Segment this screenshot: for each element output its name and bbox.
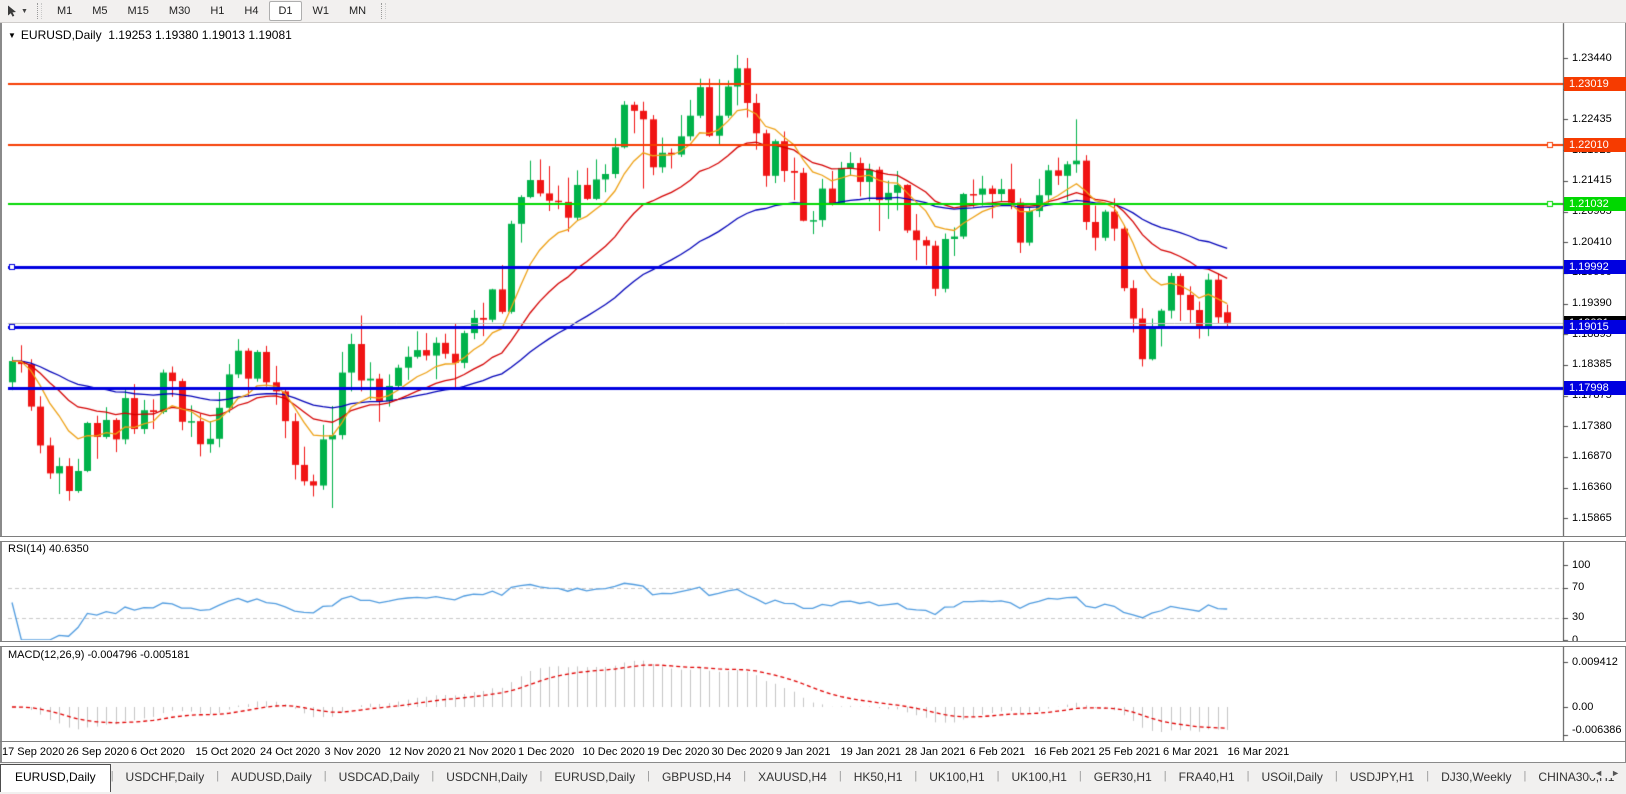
date-label: 25 Feb 2021 — [1098, 746, 1161, 758]
date-label: 12 Nov 2020 — [389, 746, 452, 758]
level-price-label: 1.19992 — [1564, 260, 1626, 275]
trading-platform-window: ▼ M1 M5 M15 M30 H1 H4 D1 W1 MN ▼ EURUSD,Daily 1.1… — [0, 0, 1626, 794]
price-tick-label: 1.18385 — [1572, 358, 1612, 371]
level-price-label: 1.22010 — [1564, 137, 1626, 152]
chart-title: ▼ EURUSD,Daily 1.19253 1.19380 1.19013 1.… — [8, 28, 292, 42]
price-tick-label: 1.23440 — [1572, 51, 1612, 64]
price-tick-label: 1.15865 — [1572, 511, 1612, 524]
date-label: 15 Oct 2020 — [195, 746, 256, 758]
timeframe-button-m1[interactable]: M1 — [48, 1, 81, 21]
level-price-label: 1.23019 — [1564, 76, 1626, 91]
date-label: 6 Oct 2020 — [131, 746, 185, 758]
scroll-right-icon[interactable]: ► — [1611, 768, 1620, 778]
chart-tab-hk50-h1[interactable]: HK50,H1 — [842, 765, 915, 790]
chart-tab-eurusd-daily[interactable]: EURUSD,Daily — [542, 765, 647, 790]
timeframe-button-m5[interactable]: M5 — [83, 1, 116, 21]
price-tick-label: 1.19390 — [1572, 297, 1612, 310]
date-label: 19 Dec 2020 — [647, 746, 710, 758]
chart-tab-uk100-h1[interactable]: UK100,H1 — [917, 765, 996, 790]
chart-tab-uk100-h1[interactable]: UK100,H1 — [1000, 765, 1079, 790]
chart-tab-fra40-h1[interactable]: FRA40,H1 — [1167, 765, 1247, 790]
date-label: 3 Nov 2020 — [324, 746, 381, 758]
price-tick-label: 1.16870 — [1572, 450, 1612, 463]
chevron-down-icon[interactable]: ▼ — [21, 8, 28, 15]
chart-tab-dj30-weekly[interactable]: DJ30,Weekly — [1429, 765, 1523, 790]
date-label: 21 Nov 2020 — [453, 746, 516, 758]
price-tick-label: 1.22435 — [1572, 112, 1612, 125]
scroll-left-icon[interactable]: ◄ — [1594, 768, 1603, 778]
date-label: 6 Mar 2021 — [1163, 746, 1219, 758]
date-label: 6 Feb 2021 — [969, 746, 1026, 758]
level-price-label: 1.21032 — [1564, 197, 1626, 212]
chart-tab-usdchf-daily[interactable]: USDCHF,Daily — [114, 765, 217, 790]
axis-separator — [0, 741, 1626, 742]
chart-tab-xauusd-h4[interactable]: XAUUSD,H4 — [746, 765, 839, 790]
chart-tab-gbpusd-h4[interactable]: GBPUSD,H4 — [650, 765, 743, 790]
date-label: 1 Dec 2020 — [518, 746, 575, 758]
chart-tab-usdcad-daily[interactable]: USDCAD,Daily — [327, 765, 432, 790]
timeframe-button-h4[interactable]: H4 — [235, 1, 267, 21]
rsi-indicator-label: RSI(14) 40.6350 — [8, 543, 89, 555]
date-label: 16 Mar 2021 — [1227, 746, 1290, 758]
price-tick-label: 1.16360 — [1572, 481, 1612, 494]
toolbar-gripper — [381, 3, 387, 19]
rsi-tick-label: 70 — [1572, 581, 1585, 593]
date-label: 30 Dec 2020 — [711, 746, 774, 758]
price-tick-label: 1.20410 — [1572, 235, 1612, 248]
price-tick-label: 1.21415 — [1572, 174, 1612, 187]
date-label: 26 Sep 2020 — [66, 746, 129, 758]
panel-splitter[interactable] — [0, 536, 1626, 542]
rsi-tick-label: 100 — [1572, 558, 1591, 571]
timeframe-button-mn[interactable]: MN — [340, 1, 375, 21]
cursor-tool-icon[interactable] — [4, 3, 20, 19]
timeframe-buttons: M1 M5 M15 M30 H1 H4 D1 W1 MN — [47, 1, 376, 21]
timeframe-button-d1[interactable]: D1 — [269, 1, 302, 21]
timeframe-button-h1[interactable]: H1 — [201, 1, 233, 21]
timeframe-button-w1[interactable]: W1 — [304, 1, 339, 21]
date-label: 17 Sep 2020 — [2, 746, 65, 758]
price-tick-label: 1.17380 — [1572, 419, 1612, 432]
level-price-label: 1.17998 — [1564, 381, 1626, 396]
chart-canvas[interactable] — [0, 0, 1626, 794]
tab-scroll-buttons: ◄ ► — [1590, 768, 1624, 778]
symbol-tabs: EURUSD,Daily | USDCHF,Daily | AUDUSD,Daily | U… — [0, 762, 1626, 794]
date-label: 9 Jan 2021 — [776, 746, 831, 758]
date-label: 28 Jan 2021 — [905, 746, 966, 758]
symbol-period-label: EURUSD,Daily — [20, 28, 102, 42]
macd-tick-label: -0.006386 — [1572, 723, 1622, 736]
rsi-tick-label: 30 — [1572, 611, 1585, 623]
macd-tick-label: 0.00 — [1572, 700, 1594, 713]
chart-tab-ger30-h1[interactable]: GER30,H1 — [1082, 765, 1164, 790]
chart-tab-audusd-daily[interactable]: AUDUSD,Daily — [219, 765, 324, 790]
timeframe-button-m15[interactable]: M15 — [119, 1, 158, 21]
chart-tab-usdcnh-daily[interactable]: USDCNH,Daily — [434, 765, 539, 790]
expand-triangle-icon[interactable]: ▼ — [8, 31, 16, 40]
chart-tab-usdjpy-h1[interactable]: USDJPY,H1 — [1338, 765, 1426, 790]
macd-tick-label: 0.009412 — [1572, 655, 1618, 668]
timeframe-toolbar: ▼ M1 M5 M15 M30 H1 H4 D1 W1 MN — [0, 0, 1626, 23]
macd-indicator-label: MACD(12,26,9) -0.004796 -0.005181 — [8, 649, 190, 661]
toolbar-gripper — [36, 3, 42, 19]
chart-tab-usoil-daily[interactable]: USOil,Daily — [1250, 765, 1335, 790]
timeframe-button-m30[interactable]: M30 — [160, 1, 199, 21]
date-label: 10 Dec 2020 — [582, 746, 645, 758]
date-label: 24 Oct 2020 — [260, 746, 320, 758]
date-label: 19 Jan 2021 — [840, 746, 902, 758]
chart-tab-eurusd-daily[interactable]: EURUSD,Daily — [0, 764, 111, 792]
ohlc-values: 1.19253 1.19380 1.19013 1.19081 — [108, 28, 292, 42]
date-label: 16 Feb 2021 — [1034, 746, 1096, 758]
panel-splitter[interactable] — [0, 641, 1626, 647]
level-price-label: 1.19015 — [1564, 319, 1626, 334]
